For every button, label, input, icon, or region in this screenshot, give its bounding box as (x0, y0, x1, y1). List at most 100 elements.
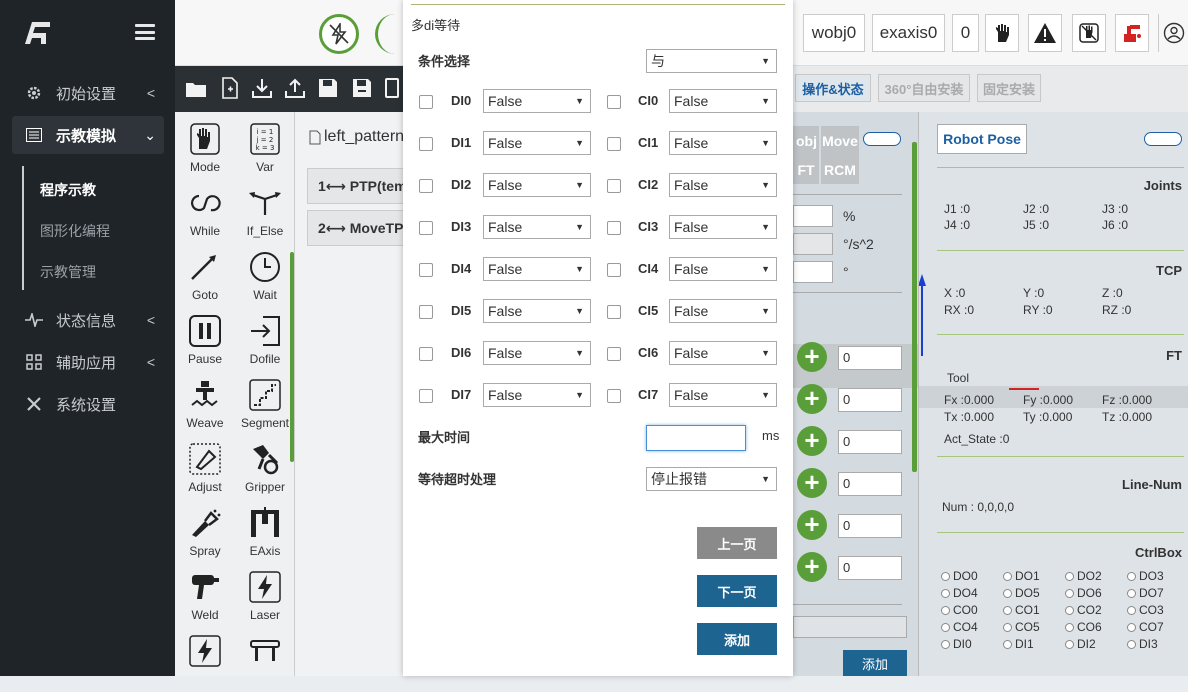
tab-360-install[interactable]: 360°自由安装 (878, 74, 970, 102)
nav-teach-sim[interactable]: 示教模拟 ⌄ (12, 116, 164, 154)
tool-if-else[interactable]: If_Else (235, 180, 295, 244)
file-tab[interactable]: left_pattern (309, 128, 404, 146)
ci-checkbox[interactable] (607, 221, 621, 235)
di-value-select[interactable]: False ▼ (483, 89, 591, 113)
di-value-select[interactable]: False ▼ (483, 299, 591, 323)
ft-button[interactable]: FT (793, 156, 819, 184)
ctrl-io-radio[interactable]: DI0 (941, 637, 1003, 651)
ctrl-io-radio[interactable]: CO7 (1127, 620, 1188, 634)
di-value-select[interactable]: False ▼ (483, 131, 591, 155)
di-value-select[interactable]: False ▼ (483, 341, 591, 365)
di-value-select[interactable]: False ▼ (483, 215, 591, 239)
jog-value-input[interactable]: 0 (838, 514, 902, 538)
move-button[interactable]: Move (821, 126, 859, 156)
ci-value-select[interactable]: False ▼ (669, 173, 777, 197)
tool-segment[interactable]: Segment (235, 372, 295, 436)
download-icon[interactable] (251, 76, 273, 100)
ci-checkbox[interactable] (607, 263, 621, 277)
condition-select[interactable]: 与 ▼ (646, 49, 777, 73)
sub-teach-manage[interactable]: 示教管理 (40, 262, 96, 282)
nav-aux-apps[interactable]: 辅助应用 < (0, 343, 175, 381)
program-line[interactable]: 1⟷ PTP(tem (307, 168, 407, 204)
ctrl-io-radio[interactable]: CO2 (1065, 603, 1127, 617)
collapse-toggle[interactable] (1144, 132, 1182, 146)
di-value-select[interactable]: False ▼ (483, 257, 591, 281)
ci-checkbox[interactable] (607, 347, 621, 361)
ctrl-io-radio[interactable]: CO3 (1127, 603, 1188, 617)
warning-icon[interactable] (1028, 14, 1062, 52)
ci-checkbox[interactable] (607, 137, 621, 151)
save-icon[interactable] (317, 76, 339, 100)
di-checkbox[interactable] (419, 263, 433, 277)
sub-graphic-program[interactable]: 图形化编程 (40, 221, 110, 241)
ctrl-io-radio[interactable]: DO2 (1065, 569, 1127, 583)
tab-fixed-install[interactable]: 固定安装 (977, 74, 1041, 102)
di-checkbox[interactable] (419, 221, 433, 235)
next-page-button[interactable]: 下一页 (697, 575, 777, 607)
tool-extra-lightning[interactable] (175, 628, 235, 692)
tool-extra-conveyor[interactable] (235, 628, 295, 692)
ci-value-select[interactable]: False ▼ (669, 131, 777, 155)
rcm-button[interactable]: RCM (821, 156, 859, 184)
wobj-button[interactable]: obj (793, 126, 819, 156)
ci-value-select[interactable]: False ▼ (669, 257, 777, 281)
ci-checkbox[interactable] (607, 179, 621, 193)
add-button[interactable]: 添加 (697, 623, 777, 655)
user-icon[interactable] (1158, 14, 1188, 52)
more-tool-icon[interactable] (385, 78, 399, 98)
tool-adjust[interactable]: Adjust (175, 436, 235, 500)
palette-scrollbar[interactable] (290, 252, 294, 462)
ctrl-io-radio[interactable]: CO4 (941, 620, 1003, 634)
di-checkbox[interactable] (419, 305, 433, 319)
ctrl-io-radio[interactable]: DI3 (1127, 637, 1188, 651)
nav-system-settings[interactable]: 系统设置 (0, 385, 175, 423)
hand-block-icon[interactable] (1072, 14, 1106, 52)
hand-icon[interactable] (985, 14, 1019, 52)
ctrl-io-radio[interactable]: CO1 (1003, 603, 1065, 617)
robot-pose-title[interactable]: Robot Pose (937, 124, 1027, 154)
lightning-mode-icon[interactable] (319, 14, 359, 54)
ci-value-select[interactable]: False ▼ (669, 299, 777, 323)
timeout-select[interactable]: 停止报错 ▼ (646, 467, 777, 491)
accel-input[interactable] (793, 233, 833, 255)
ctrl-io-radio[interactable]: DO0 (941, 569, 1003, 583)
plus-icon[interactable]: + (797, 510, 827, 540)
tool-eaxis[interactable]: EAxis (235, 500, 295, 564)
jog-value-input[interactable]: 0 (838, 430, 902, 454)
new-file-icon[interactable] (219, 76, 241, 100)
ci-value-select[interactable]: False ▼ (669, 383, 777, 407)
jog-value-input[interactable]: 0 (838, 388, 902, 412)
add-button-mid[interactable]: 添加 (843, 650, 907, 676)
nav-status-info[interactable]: 状态信息 < (0, 301, 175, 339)
ctrl-io-radio[interactable]: DI1 (1003, 637, 1065, 651)
program-line[interactable]: 2⟷ MoveTPD (307, 210, 407, 246)
ctrl-io-radio[interactable]: CO5 (1003, 620, 1065, 634)
tool-wait[interactable]: Wait (235, 244, 295, 308)
ci-value-select[interactable]: False ▼ (669, 89, 777, 113)
ctrl-io-radio[interactable]: DO6 (1065, 586, 1127, 600)
plus-icon[interactable]: + (797, 468, 827, 498)
ci-checkbox[interactable] (607, 389, 621, 403)
speed-input[interactable] (793, 205, 833, 227)
di-checkbox[interactable] (419, 389, 433, 403)
sub-program-teach[interactable]: 程序示教 (40, 180, 96, 200)
di-checkbox[interactable] (419, 137, 433, 151)
ctrl-io-radio[interactable]: DO5 (1003, 586, 1065, 600)
mid-scrollbar[interactable] (912, 142, 917, 472)
tool-gripper[interactable]: Gripper (235, 436, 295, 500)
robot-alert-icon[interactable] (1115, 14, 1149, 52)
tool-weld[interactable]: Weld (175, 564, 235, 628)
tool-laser[interactable]: Laser (235, 564, 295, 628)
plus-icon[interactable]: + (797, 426, 827, 456)
nav-initial-settings[interactable]: 初始设置 < (0, 74, 175, 112)
tool-dofile[interactable]: Dofile (235, 308, 295, 372)
ctrl-io-radio[interactable]: DO4 (941, 586, 1003, 600)
ctrl-io-radio[interactable]: CO6 (1065, 620, 1127, 634)
angle-input[interactable] (793, 261, 833, 283)
collapse-toggle[interactable] (863, 132, 901, 146)
di-checkbox[interactable] (419, 179, 433, 193)
tab-operation-status[interactable]: 操作&状态 (795, 74, 871, 102)
di-checkbox[interactable] (419, 347, 433, 361)
plus-icon[interactable]: + (797, 384, 827, 414)
command-input[interactable] (793, 616, 907, 638)
